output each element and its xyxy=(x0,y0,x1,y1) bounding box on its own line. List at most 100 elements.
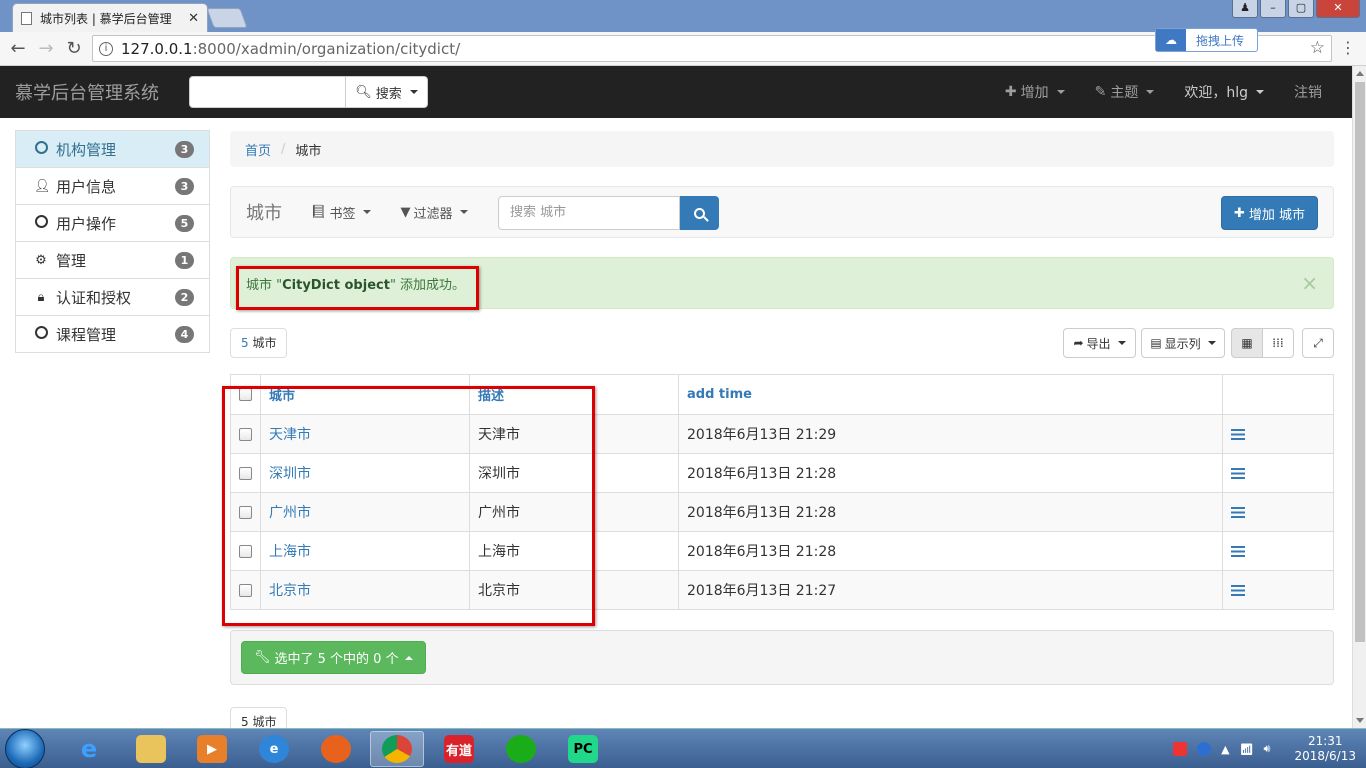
explorer-taskbar-button[interactable] xyxy=(124,731,178,767)
row-checkbox[interactable] xyxy=(239,466,252,480)
global-search-button[interactable]: 🔍︎ 搜索 xyxy=(346,76,428,108)
column-header-city[interactable]: 城市 xyxy=(260,374,470,415)
ie-edge-taskbar-button[interactable]: e xyxy=(247,731,301,767)
address-bar[interactable]: i 127.0.0.1:8000/xadmin/organization/cit… xyxy=(92,35,1332,62)
list-icon[interactable] xyxy=(1231,545,1245,557)
small-grid-button[interactable]: ⁞⁞⁞ xyxy=(1262,328,1294,358)
volume-icon[interactable]: 🔊︎ xyxy=(1264,742,1271,756)
list-icon[interactable] xyxy=(1231,506,1245,518)
city-add-time: 2018年6月13日 21:28 xyxy=(678,453,1223,493)
column-header-add-time[interactable]: add time xyxy=(678,374,1223,415)
city-link[interactable]: 天津市 xyxy=(260,414,470,454)
export-button[interactable]: ➦ 导出 xyxy=(1063,328,1136,358)
row-checkbox[interactable] xyxy=(239,544,252,558)
media-taskbar-button[interactable]: ▶ xyxy=(185,731,239,767)
user-icon[interactable]: ♟ xyxy=(1232,0,1258,18)
reload-icon[interactable]: ↻ xyxy=(60,38,88,59)
browser-tab[interactable]: 城市列表 | 慕学后台管理 ✕ xyxy=(12,3,208,32)
show-hidden-icon[interactable]: ▲ xyxy=(1221,743,1229,756)
table-row: 上海市 上海市 2018年6月13日 21:28 xyxy=(230,531,1334,571)
city-add-time: 2018年6月13日 21:29 xyxy=(678,414,1223,454)
start-button[interactable] xyxy=(5,728,45,768)
bulk-action-button[interactable]: 🔧︎ 选中了 5 个中的 0 个 xyxy=(241,641,426,674)
city-link[interactable]: 深圳市 xyxy=(260,453,470,493)
scroll-up-icon[interactable] xyxy=(1356,71,1364,76)
gear-icon: ⚙ xyxy=(35,252,47,268)
network-icon[interactable]: 📶︎ xyxy=(1240,743,1254,756)
grid-view-button[interactable]: ▦ xyxy=(1231,328,1263,358)
list-icon[interactable] xyxy=(1231,467,1245,479)
youdao-taskbar-button[interactable]: 有道 xyxy=(432,731,486,767)
info-icon[interactable]: i xyxy=(99,41,113,56)
wechat-taskbar-button[interactable] xyxy=(494,731,548,767)
sidebar-item-label: 认证和授权 xyxy=(56,288,132,307)
bookmark-star-icon[interactable]: ☆ xyxy=(1310,38,1325,58)
user-icon: 👤︎ xyxy=(34,178,51,194)
app-navbar: 慕学后台管理系统 🔍︎ 搜索 ✚ 增加 ✎ 主题 欢迎，hlg 注销 xyxy=(0,66,1352,118)
nav-add-menu[interactable]: ✚ 增加 xyxy=(1005,82,1065,102)
firefox-taskbar-button[interactable] xyxy=(309,731,363,767)
sidebar-item-user-info[interactable]: 👤︎ 用户信息 3 xyxy=(15,167,210,205)
sidebar-item-user-operation[interactable]: 用户操作 5 xyxy=(15,204,210,242)
city-link[interactable]: 广州市 xyxy=(260,492,470,532)
forward-arrow-icon[interactable]: → xyxy=(32,38,60,59)
taskbar-clock[interactable]: 21:31 2018/6/13 xyxy=(1294,734,1356,764)
minimize-button[interactable]: – xyxy=(1260,0,1286,18)
add-city-button[interactable]: ✚ 增加 城市 xyxy=(1220,196,1318,230)
sidebar-item-organization[interactable]: 机构管理 3 xyxy=(15,130,210,168)
select-all-checkbox[interactable] xyxy=(239,388,252,401)
list-alt-icon: ▤ xyxy=(1150,336,1162,350)
upload-widget[interactable]: ☁ 拖拽上传 xyxy=(1155,28,1258,52)
sidebar-item-label: 机构管理 xyxy=(56,140,117,159)
column-header-desc[interactable]: 描述 xyxy=(469,374,679,415)
row-action-cell xyxy=(1222,492,1334,532)
tab-close-icon[interactable]: ✕ xyxy=(188,11,199,26)
row-checkbox[interactable] xyxy=(239,427,252,441)
nav-theme-menu[interactable]: ✎ 主题 xyxy=(1095,82,1155,102)
system-tray: ▲ 📶︎ 🔊︎ 21:31 2018/6/13 xyxy=(1173,729,1356,768)
close-window-button[interactable]: ✕ xyxy=(1316,0,1360,18)
list-icon[interactable] xyxy=(1231,584,1245,596)
page-scrollbar[interactable] xyxy=(1352,66,1366,728)
columns-button[interactable]: ▤ 显示列 xyxy=(1141,328,1225,358)
nav-logout-link[interactable]: 注销 xyxy=(1294,82,1322,102)
city-desc: 广州市 xyxy=(469,492,679,532)
scroll-thumb[interactable] xyxy=(1355,82,1365,642)
city-desc: 北京市 xyxy=(469,570,679,610)
city-link[interactable]: 北京市 xyxy=(260,570,470,610)
browser-menu-icon[interactable]: ⋮ xyxy=(1340,38,1356,57)
chrome-taskbar-button[interactable] xyxy=(370,731,424,767)
bookmarks-dropdown[interactable]: 📘︎ 书签 xyxy=(310,203,371,222)
window-controls: ♟ – ▢ ✕ xyxy=(1232,0,1360,18)
help-icon[interactable] xyxy=(1197,742,1212,756)
sidebar-item-auth[interactable]: 🔒︎ 认证和授权 2 xyxy=(15,278,210,316)
sidebar-item-label: 用户操作 xyxy=(56,214,117,233)
new-tab-button[interactable] xyxy=(206,8,248,28)
city-search-button[interactable] xyxy=(680,196,719,230)
scroll-down-icon[interactable] xyxy=(1356,718,1364,723)
row-checkbox[interactable] xyxy=(239,505,252,519)
filters-dropdown[interactable]: ▼ 过滤器 xyxy=(401,203,468,222)
nav-user-menu[interactable]: 欢迎，hlg xyxy=(1184,82,1264,102)
sogou-icon[interactable] xyxy=(1173,742,1188,756)
ie-taskbar-button[interactable]: e xyxy=(62,731,116,767)
list-icon[interactable] xyxy=(1231,428,1245,440)
fullscreen-button[interactable]: ⤢ xyxy=(1302,328,1334,358)
sidebar-item-label: 课程管理 xyxy=(56,325,117,344)
alert-close-icon[interactable]: × xyxy=(1301,271,1318,295)
pycharm-taskbar-button[interactable]: PC xyxy=(556,731,610,767)
row-checkbox[interactable] xyxy=(239,583,252,597)
maximize-button[interactable]: ▢ xyxy=(1288,0,1314,18)
caret-up-icon xyxy=(404,655,413,660)
city-link[interactable]: 上海市 xyxy=(260,531,470,571)
global-search-input[interactable] xyxy=(189,76,346,108)
sidebar-item-admin[interactable]: ⚙ 管理 1 xyxy=(15,241,210,279)
table-row: 北京市 北京市 2018年6月13日 21:27 xyxy=(230,570,1334,610)
row-select-cell xyxy=(230,570,261,610)
brand-title[interactable]: 慕学后台管理系统 xyxy=(0,79,189,105)
back-arrow-icon[interactable]: ← xyxy=(4,38,32,59)
breadcrumb-home-link[interactable]: 首页 xyxy=(245,140,271,159)
sidebar-item-courses[interactable]: 课程管理 4 xyxy=(15,315,210,353)
city-search-input[interactable]: 搜索 城市 xyxy=(498,196,680,230)
caret-down-icon xyxy=(362,210,371,214)
